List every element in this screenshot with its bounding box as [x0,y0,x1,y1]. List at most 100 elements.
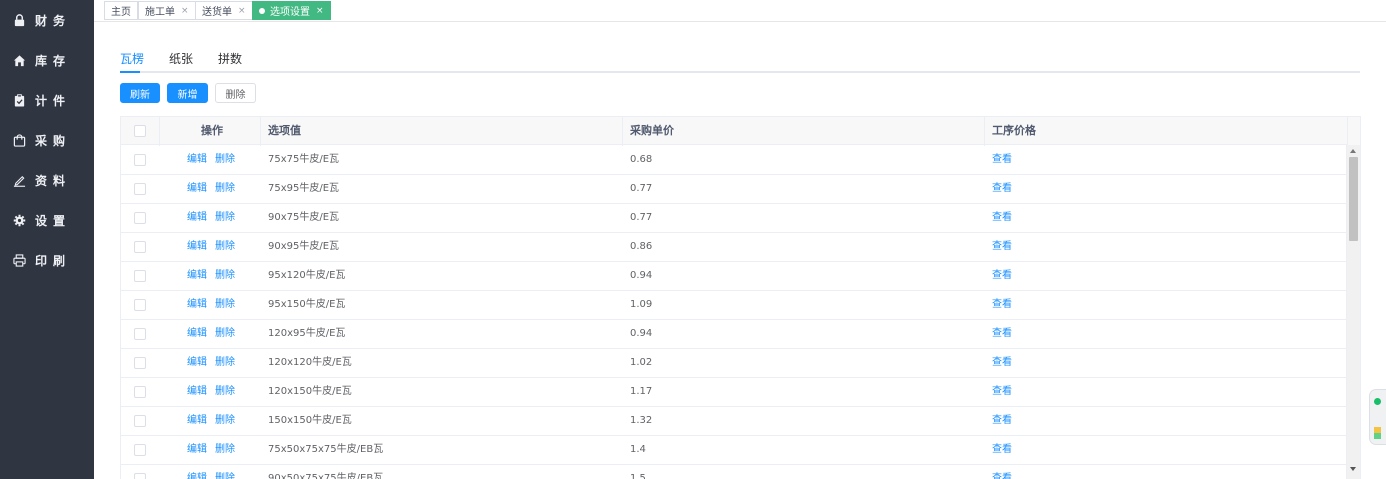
row-checkbox[interactable] [134,473,146,479]
tag-construction-order[interactable]: 施工单 × [138,1,196,20]
edit-link[interactable]: 编辑 [187,233,207,261]
edit-link[interactable]: 编辑 [187,407,207,435]
delete-link[interactable]: 删除 [215,465,235,479]
tag-label: 主页 [111,7,131,18]
tag-label: 施工单 [145,7,175,18]
gear-icon [13,214,26,226]
sidebar-item-data[interactable]: 资料 [0,160,94,200]
sidebar-item-print[interactable]: 印刷 [0,240,94,280]
purchase-price-cell: 0.77 [630,183,653,194]
option-value-cell: 90x95牛皮/E瓦 [268,241,340,252]
add-button[interactable]: 新增 [167,83,208,103]
sidebar-item-label: 计件 [35,93,72,108]
delete-link[interactable]: 删除 [215,175,235,203]
delete-link[interactable]: 删除 [215,204,235,232]
scroll-up-arrow-icon[interactable] [1350,149,1356,153]
row-checkbox[interactable] [134,299,146,311]
view-process-price-link[interactable]: 查看 [992,233,1012,261]
purchase-price-cell: 0.94 [630,270,653,281]
close-icon[interactable]: × [316,6,324,16]
close-icon[interactable]: × [181,6,189,16]
table-body: 编辑 删除 75x75牛皮/E瓦 0.68 查看 编辑 删除 75x95牛皮/E瓦 0.77 查看… [121,146,1347,479]
delete-link[interactable]: 删除 [215,146,235,174]
view-process-price-link[interactable]: 查看 [992,204,1012,232]
table-row: 编辑 删除 75x75牛皮/E瓦 0.68 查看 [121,146,1347,175]
row-checkbox[interactable] [134,357,146,369]
tab-corrugated[interactable]: 瓦楞 [120,50,144,67]
delete-link[interactable]: 删除 [215,320,235,348]
edit-link[interactable]: 编辑 [187,378,207,406]
purchase-price-cell: 1.32 [630,415,653,426]
row-checkbox[interactable] [134,154,146,166]
sidebar-item-purchase[interactable]: 采购 [0,120,94,160]
view-process-price-link[interactable]: 查看 [992,320,1012,348]
delete-link[interactable]: 删除 [215,291,235,319]
scroll-down-arrow-icon[interactable] [1350,467,1356,471]
tag-delivery-order[interactable]: 送货单 × [195,1,253,20]
tab-combination[interactable]: 拼数 [218,50,242,67]
sidebar-item-inventory[interactable]: 库存 [0,40,94,80]
home-icon [13,54,26,66]
edit-link[interactable]: 编辑 [187,204,207,232]
view-process-price-link[interactable]: 查看 [992,436,1012,464]
sidebar-item-label: 采购 [35,133,72,148]
delete-link[interactable]: 删除 [215,436,235,464]
table-row: 编辑 删除 90x95牛皮/E瓦 0.86 查看 [121,233,1347,262]
edit-link[interactable]: 编辑 [187,349,207,377]
delete-button[interactable]: 删除 [215,83,256,103]
view-process-price-link[interactable]: 查看 [992,465,1012,479]
table-scrollbar[interactable] [1346,145,1360,479]
view-process-price-link[interactable]: 查看 [992,407,1012,435]
option-value-cell: 75x75牛皮/E瓦 [268,154,340,165]
edit-link[interactable]: 编辑 [187,146,207,174]
active-tab-indicator [120,71,140,73]
sidebar-item-label: 印刷 [35,253,72,268]
delete-link[interactable]: 删除 [215,378,235,406]
tag-home[interactable]: 主页 [104,1,138,20]
refresh-button[interactable]: 刷新 [120,83,160,103]
table-row: 编辑 删除 90x50x75x75牛皮/EB瓦 1.5 查看 [121,465,1347,479]
delete-link[interactable]: 删除 [215,233,235,261]
delete-link[interactable]: 删除 [215,262,235,290]
table-row: 编辑 删除 95x120牛皮/E瓦 0.94 查看 [121,262,1347,291]
table-row: 编辑 删除 90x75牛皮/E瓦 0.77 查看 [121,204,1347,233]
edit-link[interactable]: 编辑 [187,291,207,319]
select-all-checkbox[interactable] [134,125,146,137]
row-checkbox[interactable] [134,386,146,398]
row-checkbox[interactable] [134,270,146,282]
edit-link[interactable]: 编辑 [187,436,207,464]
option-value-cell: 120x95牛皮/E瓦 [268,328,346,339]
view-process-price-link[interactable]: 查看 [992,175,1012,203]
row-checkbox[interactable] [134,415,146,427]
close-icon[interactable]: × [238,6,246,16]
option-value-cell: 120x120牛皮/E瓦 [268,357,352,368]
edit-link[interactable]: 编辑 [187,262,207,290]
header-scroll-gutter [1347,117,1360,145]
row-checkbox[interactable] [134,241,146,253]
edit-link[interactable]: 编辑 [187,320,207,348]
sidebar-item-label: 设置 [35,213,72,228]
view-process-price-link[interactable]: 查看 [992,262,1012,290]
row-checkbox[interactable] [134,183,146,195]
column-header-actions: 操作 [201,124,223,137]
edit-link[interactable]: 编辑 [187,465,207,479]
scrollbar-thumb[interactable] [1349,157,1358,241]
view-process-price-link[interactable]: 查看 [992,349,1012,377]
row-checkbox[interactable] [134,212,146,224]
sidebar-item-finance[interactable]: 财务 [0,0,94,40]
floating-widget[interactable] [1369,389,1386,445]
delete-link[interactable]: 删除 [215,349,235,377]
sidebar-item-piecework[interactable]: 计件 [0,80,94,120]
row-checkbox[interactable] [134,328,146,340]
row-checkbox[interactable] [134,444,146,456]
view-process-price-link[interactable]: 查看 [992,146,1012,174]
table-header: 操作 选项值 采购单价 工序价格 [121,117,1360,145]
view-process-price-link[interactable]: 查看 [992,291,1012,319]
sidebar-item-settings[interactable]: 设置 [0,200,94,240]
delete-link[interactable]: 删除 [215,407,235,435]
view-process-price-link[interactable]: 查看 [992,378,1012,406]
tab-paper[interactable]: 纸张 [169,50,193,67]
purchase-price-cell: 0.77 [630,212,653,223]
edit-link[interactable]: 编辑 [187,175,207,203]
tag-option-settings[interactable]: 选项设置 × [252,1,331,20]
